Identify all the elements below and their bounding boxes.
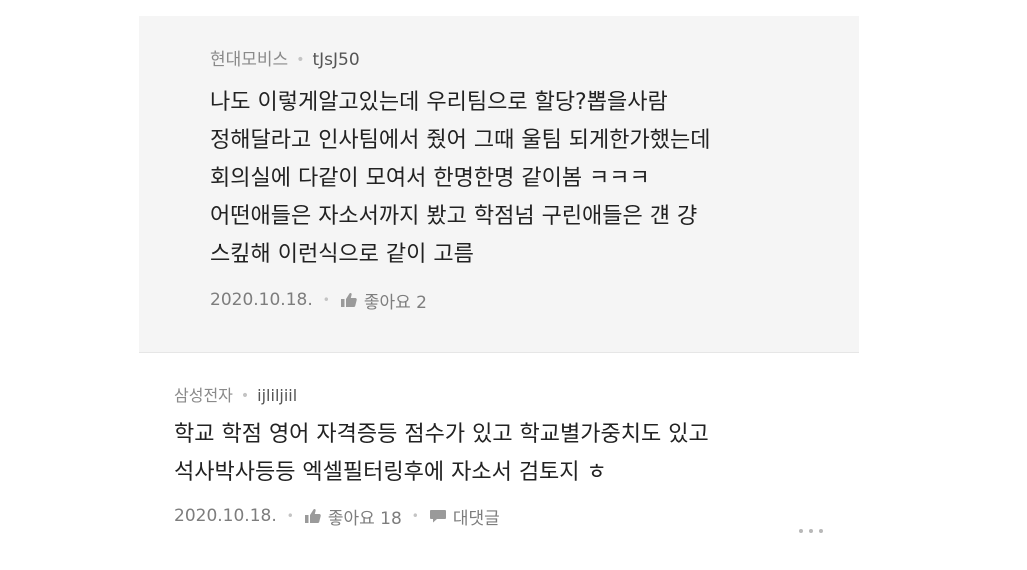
comment-line: 어떤애들은 자소서까지 봤고 학점넘 구린애들은 걘 걍 — [210, 204, 698, 229]
comment-body: 나도 이렇게알고있는데 우리팀으로 할당?뽑을사람 정해달라고 인사팀에서 줬어… — [210, 84, 840, 274]
thumbs-up-icon — [340, 291, 358, 309]
comment-line: 학교 학점 영어 자격증등 점수가 있고 학교별가중치도 있고 — [174, 422, 709, 447]
speech-bubble-icon — [429, 507, 447, 525]
like-button[interactable]: 좋아요 18 — [304, 504, 402, 529]
comment-date: 2020.10.18. — [174, 506, 277, 526]
footer-separator: • — [322, 293, 330, 307]
meta-separator: • — [240, 388, 250, 404]
comment-footer: 2020.10.18. • 좋아요 18 • 대댓글 — [174, 502, 854, 530]
reply-label: 대댓글 — [452, 508, 500, 529]
reply-button[interactable]: 대댓글 — [429, 504, 500, 529]
like-count: 좋아요 18 — [327, 508, 402, 529]
reply-comment: 현대모비스 • tJsJ50 나도 이렇게알고있는데 우리팀으로 할당?뽑을사람… — [210, 48, 840, 314]
comment-line: 나도 이렇게알고있는데 우리팀으로 할당?뽑을사람 — [210, 90, 668, 115]
comment-meta: 현대모비스 • tJsJ50 — [210, 48, 840, 72]
more-dots-icon[interactable] — [796, 521, 826, 541]
meta-separator: • — [296, 52, 305, 68]
comment-footer: 2020.10.18. • 좋아요 2 — [210, 286, 840, 314]
comment-body: 학교 학점 영어 자격증등 점수가 있고 학교별가중치도 있고 석사박사등등 엑… — [174, 416, 854, 492]
comment-line: 스킾해 이런식으로 같이 고름 — [210, 242, 474, 267]
footer-separator: • — [286, 509, 294, 523]
like-count: 좋아요 2 — [363, 292, 427, 313]
footer-separator: • — [411, 509, 419, 523]
like-button[interactable]: 좋아요 2 — [340, 288, 427, 313]
comment-date: 2020.10.18. — [210, 290, 313, 310]
comment-line: 석사박사등등 엑셀필터링후에 자소서 검토지 ㅎ — [174, 460, 607, 485]
thumbs-up-icon — [304, 507, 322, 525]
comment-meta: 삼성전자 • ijliljiil — [174, 384, 854, 408]
comment-line: 회의실에 다같이 모여서 한명한명 같이봄 ㅋㅋㅋ — [210, 166, 650, 191]
author-company: 현대모비스 — [210, 50, 289, 70]
author-company: 삼성전자 — [174, 386, 233, 405]
comment: 삼성전자 • ijliljiil 학교 학점 영어 자격증등 점수가 있고 학교… — [174, 384, 854, 530]
author-username[interactable]: tJsJ50 — [312, 48, 359, 72]
author-username[interactable]: ijliljiil — [257, 384, 297, 408]
comment-line: 정해달라고 인사팀에서 줬어 그때 울팀 되게한가했는데 — [210, 128, 711, 153]
